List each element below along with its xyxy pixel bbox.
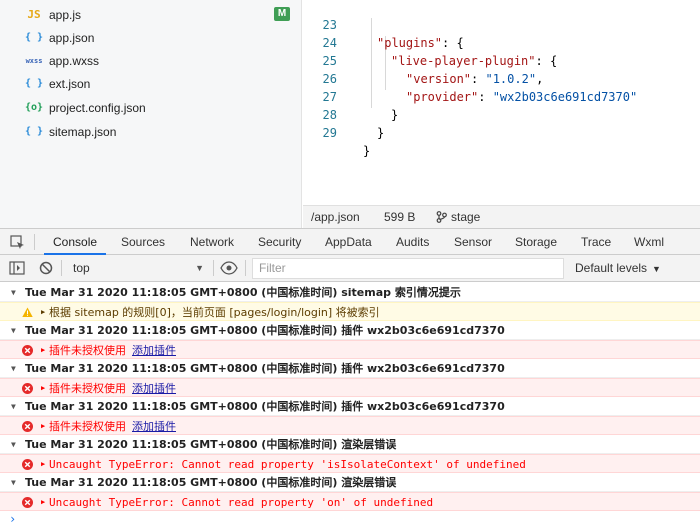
code-line: 29 } <box>322 126 371 158</box>
expand-arrow-icon: ▼ <box>11 288 16 297</box>
file-name: app.json <box>49 30 95 45</box>
error-icon <box>22 383 33 394</box>
log-levels-dropdown[interactable]: Default levels ▼ <box>575 258 661 278</box>
context-value: top <box>73 261 90 275</box>
tab-storage[interactable]: Storage <box>515 229 557 255</box>
console-group-header[interactable]: ▼ Tue Mar 31 2020 11:18:05 GMT+0800 (中国标… <box>0 435 700 454</box>
expand-arrow-icon: ▼ <box>11 326 16 335</box>
file-name: project.config.json <box>49 100 146 115</box>
expand-arrow-icon: ▼ <box>11 402 16 411</box>
code-line: 28 } <box>322 108 385 140</box>
code-line: 27 } <box>322 90 399 122</box>
file-item-ext-json[interactable]: { } ext.json <box>0 72 302 95</box>
clear-console-icon[interactable] <box>38 260 54 276</box>
branch-indicator[interactable]: stage <box>436 210 480 224</box>
tab-trace[interactable]: Trace <box>581 229 611 255</box>
wxss-file-icon: wxss <box>25 56 43 65</box>
console-group-header[interactable]: ▼ Tue Mar 31 2020 11:18:05 GMT+0800 (中国标… <box>0 321 700 340</box>
code-line: 23 "plugins": { <box>322 18 464 50</box>
divider <box>213 260 214 276</box>
console-error-row: ▶ Uncaught TypeError: Cannot read proper… <box>0 492 700 511</box>
code-line: 25 "version": "1.0.2", <box>322 54 544 86</box>
console-group-header[interactable]: ▼ Tue Mar 31 2020 11:18:05 GMT+0800 (中国标… <box>0 283 700 302</box>
modified-badge: M <box>274 7 290 21</box>
tab-wxml[interactable]: Wxml <box>634 229 664 255</box>
console-toolbar: top ▼ Filter Default levels ▼ <box>0 255 700 282</box>
expand-arrow-icon: ▼ <box>11 364 16 373</box>
code-line: 24 "live-player-plugin": { <box>322 36 558 68</box>
file-item-project-config[interactable]: {o} project.config.json <box>0 96 302 119</box>
console-error-row: ▶ 插件未授权使用 添加插件 <box>0 416 700 435</box>
expand-arrow-icon: ▼ <box>11 478 16 487</box>
dropdown-arrow-icon: ▼ <box>195 263 204 273</box>
console-filter-input[interactable]: Filter <box>252 258 564 279</box>
console-group-header[interactable]: ▼ Tue Mar 31 2020 11:18:05 GMT+0800 (中国标… <box>0 397 700 416</box>
inspect-element-icon[interactable] <box>10 235 25 250</box>
editor-area: JS app.js M { } app.json wxss app.wxss {… <box>0 0 700 228</box>
file-name: app.js <box>49 7 82 22</box>
tab-security[interactable]: Security <box>258 229 301 255</box>
add-plugin-link[interactable]: 添加插件 <box>132 382 176 395</box>
file-item-app-wxss[interactable]: wxss app.wxss <box>0 49 302 72</box>
expand-arrow-icon[interactable]: ▶ <box>41 417 45 436</box>
expand-arrow-icon[interactable]: ▶ <box>41 493 45 512</box>
js-file-icon: JS <box>27 8 41 21</box>
console-warning-row: ▶ 根据 sitemap 的规则[0]，当前页面 [pages/login/lo… <box>0 302 700 321</box>
console-messages: ▼ Tue Mar 31 2020 11:18:05 GMT+0800 (中国标… <box>0 282 700 531</box>
error-icon <box>22 459 33 470</box>
file-tree: JS app.js M { } app.json wxss app.wxss {… <box>0 0 302 228</box>
json-file-icon: { } <box>24 32 44 43</box>
tab-network[interactable]: Network <box>190 229 234 255</box>
error-icon <box>22 497 33 508</box>
console-prompt-icon[interactable]: › <box>9 512 16 526</box>
expand-arrow-icon[interactable]: ▶ <box>41 379 45 398</box>
show-sidebar-icon[interactable] <box>9 260 25 276</box>
expand-arrow-icon[interactable]: ▶ <box>41 303 45 322</box>
expand-arrow-icon[interactable]: ▶ <box>41 341 45 360</box>
code-editor[interactable]: 23 "plugins": { 24 "live-player-plugin":… <box>303 0 700 205</box>
file-name: ext.json <box>49 76 91 91</box>
tab-console[interactable]: Console <box>44 229 107 255</box>
file-item-app-json[interactable]: { } app.json <box>0 26 302 49</box>
tab-audits[interactable]: Audits <box>396 229 429 255</box>
file-item-app-js[interactable]: JS app.js M <box>0 3 302 26</box>
console-error-row: ▶ 插件未授权使用 添加插件 <box>0 340 700 359</box>
file-path: /app.json <box>311 210 360 224</box>
git-branch-icon <box>436 211 447 223</box>
editor-status-bar: /app.json 599 B stage <box>303 205 700 228</box>
divider <box>34 234 35 250</box>
tab-sources[interactable]: Sources <box>121 229 165 255</box>
add-plugin-link[interactable]: 添加插件 <box>132 344 176 357</box>
expand-arrow-icon: ▼ <box>11 440 16 449</box>
file-name: app.wxss <box>49 53 100 68</box>
code-line: 26 "provider": "wx2b03c6e691cd7370" <box>322 72 638 104</box>
tab-appdata[interactable]: AppData <box>325 229 372 255</box>
divider <box>61 260 62 276</box>
console-error-row: ▶ Uncaught TypeError: Cannot read proper… <box>0 454 700 473</box>
expand-arrow-icon[interactable]: ▶ <box>41 455 45 474</box>
json-file-icon: { } <box>24 78 44 89</box>
console-error-row: ▶ 插件未授权使用 添加插件 <box>0 378 700 397</box>
warning-icon <box>22 307 33 317</box>
console-group-header[interactable]: ▼ Tue Mar 31 2020 11:18:05 GMT+0800 (中国标… <box>0 473 700 492</box>
devtools-tabbar: Console Sources Network Security AppData… <box>0 228 700 255</box>
add-plugin-link[interactable]: 添加插件 <box>132 420 176 433</box>
live-expression-eye-icon[interactable] <box>220 261 238 275</box>
tab-sensor[interactable]: Sensor <box>454 229 492 255</box>
divider <box>245 260 246 276</box>
error-icon <box>22 345 33 356</box>
file-item-sitemap-json[interactable]: { } sitemap.json <box>0 120 302 143</box>
file-name: sitemap.json <box>49 124 117 139</box>
config-file-icon: {o} <box>24 102 44 113</box>
error-icon <box>22 421 33 432</box>
json-file-icon: { } <box>24 126 44 137</box>
branch-name: stage <box>451 210 481 224</box>
context-selector[interactable]: top ▼ <box>65 258 210 278</box>
dropdown-arrow-icon: ▼ <box>652 264 661 274</box>
file-size: 599 B <box>384 210 416 224</box>
console-group-header[interactable]: ▼ Tue Mar 31 2020 11:18:05 GMT+0800 (中国标… <box>0 359 700 378</box>
